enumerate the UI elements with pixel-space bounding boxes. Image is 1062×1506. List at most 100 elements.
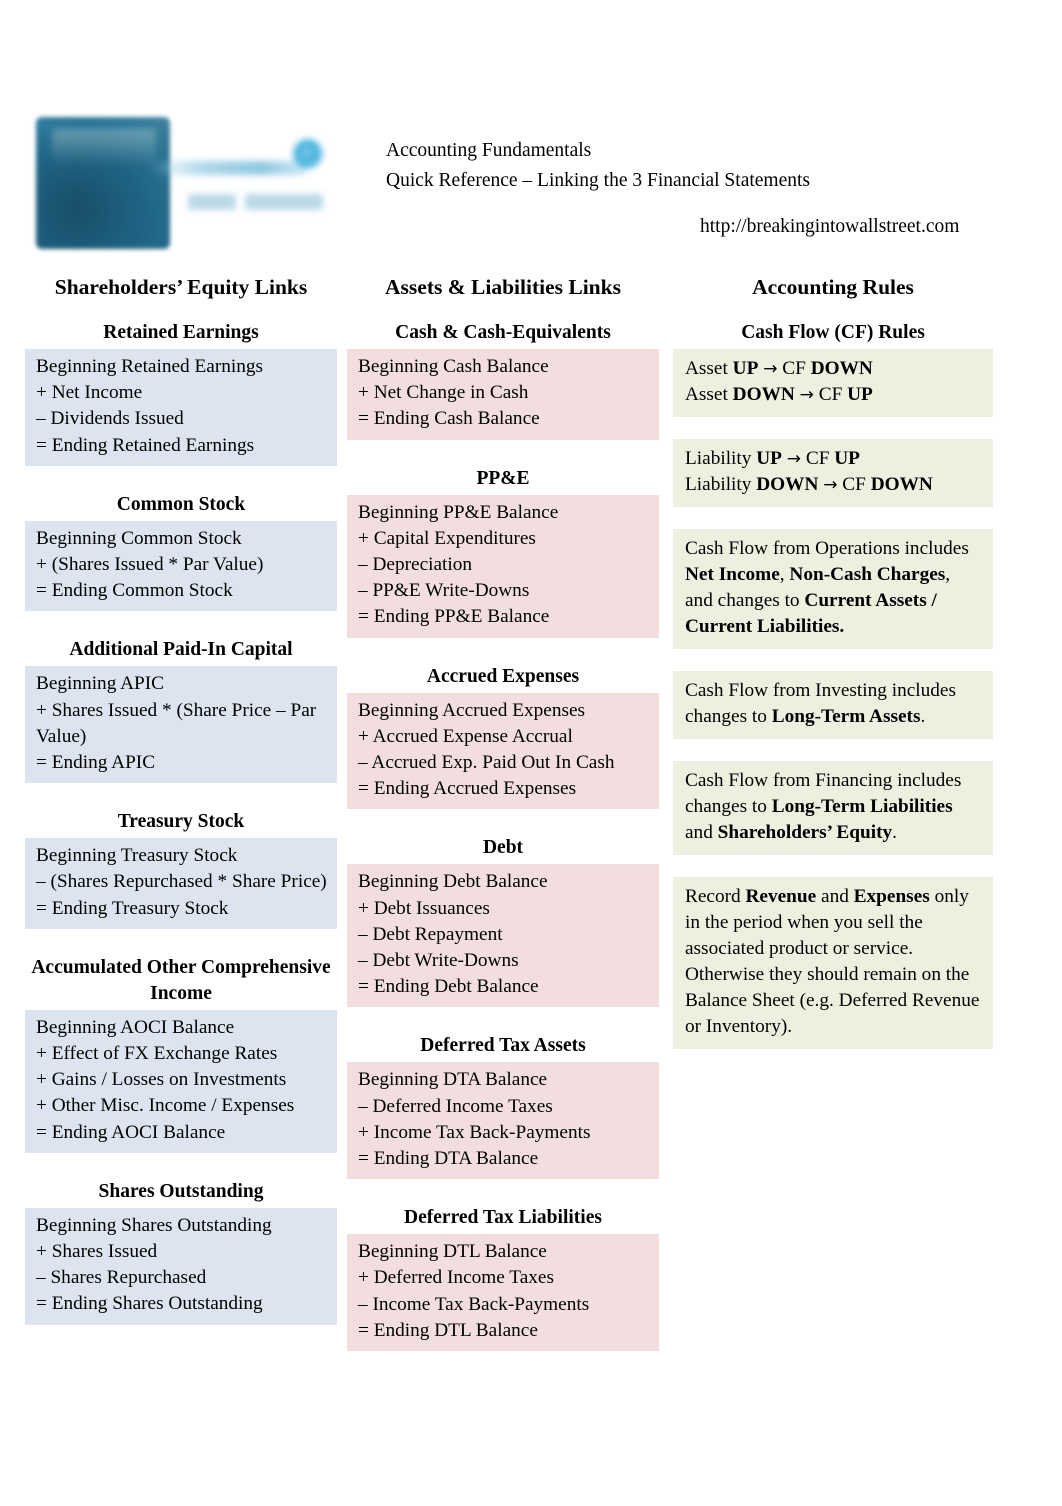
asset-cf-rule: Asset UP → CF DOWN Asset DOWN → CF UP: [673, 349, 993, 417]
column-shareholders-equity: Shareholders’ Equity Links Retained Earni…: [25, 268, 337, 1325]
formula-block: Beginning APIC + Shares Issued * (Share P…: [25, 666, 337, 784]
column-assets-liabilities: Assets & Liabilities Links Cash & Cash-Eq…: [347, 268, 659, 1352]
formula-block: Beginning Retained Earnings + Net Income –…: [25, 349, 337, 466]
formula-block: Beginning Treasury Stock – (Shares Repurc…: [25, 838, 337, 929]
formula-block: Beginning Accrued Expenses + Accrued Expe…: [347, 692, 659, 810]
formula-line: = Ending Cash Balance: [358, 408, 540, 430]
section-title: Shares Outstanding: [98, 1180, 264, 1202]
section-title: Cash Flow (CF) Rules: [741, 322, 925, 343]
section-title: Deferred Tax Assets: [420, 1035, 586, 1057]
rule-line: Cash Flow from Operations includes Net I…: [685, 538, 969, 637]
formula-line: – Dividends Issued: [36, 408, 184, 430]
formula-block: Beginning AOCI Balance + Effect of FX Exc…: [25, 1009, 337, 1153]
formula-block: Beginning Cash Balance + Net Change in Ca…: [347, 349, 659, 440]
rule-spacer: [673, 739, 993, 761]
formula-line: – PP&E Write-Downs: [358, 580, 530, 602]
rule-line: Record Revenue and Expenses only in the …: [685, 886, 980, 1037]
formula-line: + Shares Issued: [36, 1241, 158, 1263]
formula-line: + Effect of FX Exchange Rates: [36, 1043, 278, 1065]
formula-line: + Capital Expenditures: [358, 527, 536, 549]
rule-line: Liability UP → CF UP: [685, 448, 860, 469]
column-accounting-rules: Accounting Rules Cash Flow (CF) Rules Asse…: [673, 268, 993, 1049]
document-subtitle: Quick Reference – Linking the 3 Financia…: [386, 170, 811, 191]
formula-line: Beginning Retained Earnings: [36, 356, 264, 377]
rule-spacer: [673, 649, 993, 671]
brand-logo: [36, 117, 326, 249]
section-title: Common Stock: [116, 493, 246, 515]
formula-line: = Ending Common Stock: [36, 580, 233, 602]
rule-spacer: [673, 417, 993, 439]
section-title: Cash & Cash-Equivalents: [395, 322, 611, 343]
logo-swoosh-icon: [148, 161, 308, 175]
formula-line: – (Shares Repurchased * Share Price): [36, 871, 327, 893]
document-title: Accounting Fundamentals: [386, 140, 592, 161]
section-title: PP&E: [476, 467, 530, 489]
formula-line: – Income Tax Back-Payments: [358, 1293, 590, 1315]
section-title: Accrued Expenses: [426, 665, 580, 687]
formula-line: – Shares Repurchased: [36, 1267, 207, 1289]
formula-line: Beginning Common Stock: [36, 527, 242, 549]
section-title: Accumulated Other Comprehensive Income: [31, 956, 331, 1004]
logo-wordmark: [148, 139, 326, 225]
section-title: Debt: [482, 837, 524, 859]
formula-line: = Ending APIC: [36, 752, 156, 774]
cash-flow-financing-rule: Cash Flow from Financing includes change…: [673, 761, 993, 855]
formula-line: + Net Change in Cash: [358, 382, 529, 404]
formula-block: Beginning Debt Balance + Debt Issuances – …: [347, 864, 659, 1008]
rule-line: Asset DOWN → CF UP: [685, 384, 873, 405]
rule-line: Liability DOWN → CF DOWN: [685, 474, 933, 495]
formula-line: Beginning Accrued Expenses: [358, 699, 586, 721]
formula-block: Beginning DTL Balance + Deferred Income T…: [347, 1234, 659, 1352]
formula-line: = Ending DTL Balance: [358, 1319, 538, 1341]
formula-line: = Ending PP&E Balance: [358, 606, 550, 628]
formula-line: Beginning Debt Balance: [358, 871, 548, 893]
formula-line: Beginning APIC: [36, 673, 165, 695]
formula-line: + Other Misc. Income / Expenses: [36, 1095, 295, 1117]
formula-line: + Accrued Expense Accrual: [358, 725, 573, 747]
quick-reference-page: Accounting Fundamentals Quick Reference …: [0, 0, 1062, 1506]
formula-line: = Ending Retained Earnings: [36, 434, 255, 456]
formula-line: + Deferred Income Taxes: [358, 1267, 554, 1289]
formula-line: Beginning DTA Balance: [358, 1069, 548, 1091]
formula-line: = Ending AOCI Balance: [36, 1121, 226, 1143]
formula-line: Beginning PP&E Balance: [358, 501, 559, 523]
formula-line: + Shares Issued * (Share Price – Par Val…: [36, 699, 317, 747]
header-title-block: Accounting Fundamentals Quick Reference …: [386, 136, 810, 196]
formula-line: Beginning DTL Balance: [358, 1241, 547, 1263]
formula-line: – Debt Repayment: [358, 923, 503, 945]
formula-line: Beginning Treasury Stock: [36, 845, 238, 867]
rule-spacer: [673, 855, 993, 877]
column-heading: Shareholders’ Equity Links: [54, 275, 308, 299]
column-heading: Accounting Rules: [752, 275, 914, 299]
logo-dot-icon: [293, 139, 323, 169]
liability-cf-rule: Liability UP → CF UP Liability DOWN → CF …: [673, 439, 993, 507]
formula-line: + Income Tax Back-Payments: [358, 1121, 591, 1143]
logo-word-second: [245, 194, 323, 210]
formula-line: = Ending DTA Balance: [358, 1148, 539, 1170]
cash-flow-investing-rule: Cash Flow from Investing includes change…: [673, 671, 993, 739]
formula-line: – Depreciation: [358, 554, 473, 576]
website-url[interactable]: http://breakingintowallstreet.com: [700, 214, 959, 240]
formula-block: Beginning DTA Balance – Deferred Income T…: [347, 1062, 659, 1180]
formula-line: Beginning Cash Balance: [358, 356, 549, 377]
section-title: Deferred Tax Liabilities: [404, 1207, 602, 1229]
page-header: Accounting Fundamentals Quick Reference …: [0, 0, 1062, 262]
formula-line: – Deferred Income Taxes: [358, 1095, 553, 1117]
formula-line: Beginning AOCI Balance: [36, 1016, 235, 1038]
rule-line: Cash Flow from Investing includes change…: [685, 680, 956, 727]
logo-word-first: [188, 194, 236, 210]
rule-line: Cash Flow from Financing includes change…: [685, 770, 962, 843]
formula-line: + Gains / Losses on Investments: [36, 1069, 287, 1091]
section-title: Retained Earnings: [103, 322, 259, 343]
formula-line: = Ending Accrued Expenses: [358, 778, 577, 800]
formula-line: – Accrued Exp. Paid Out In Cash: [358, 752, 615, 774]
formula-line: = Ending Treasury Stock: [36, 897, 229, 919]
formula-block: Beginning Shares Outstanding + Shares Iss…: [25, 1207, 337, 1325]
